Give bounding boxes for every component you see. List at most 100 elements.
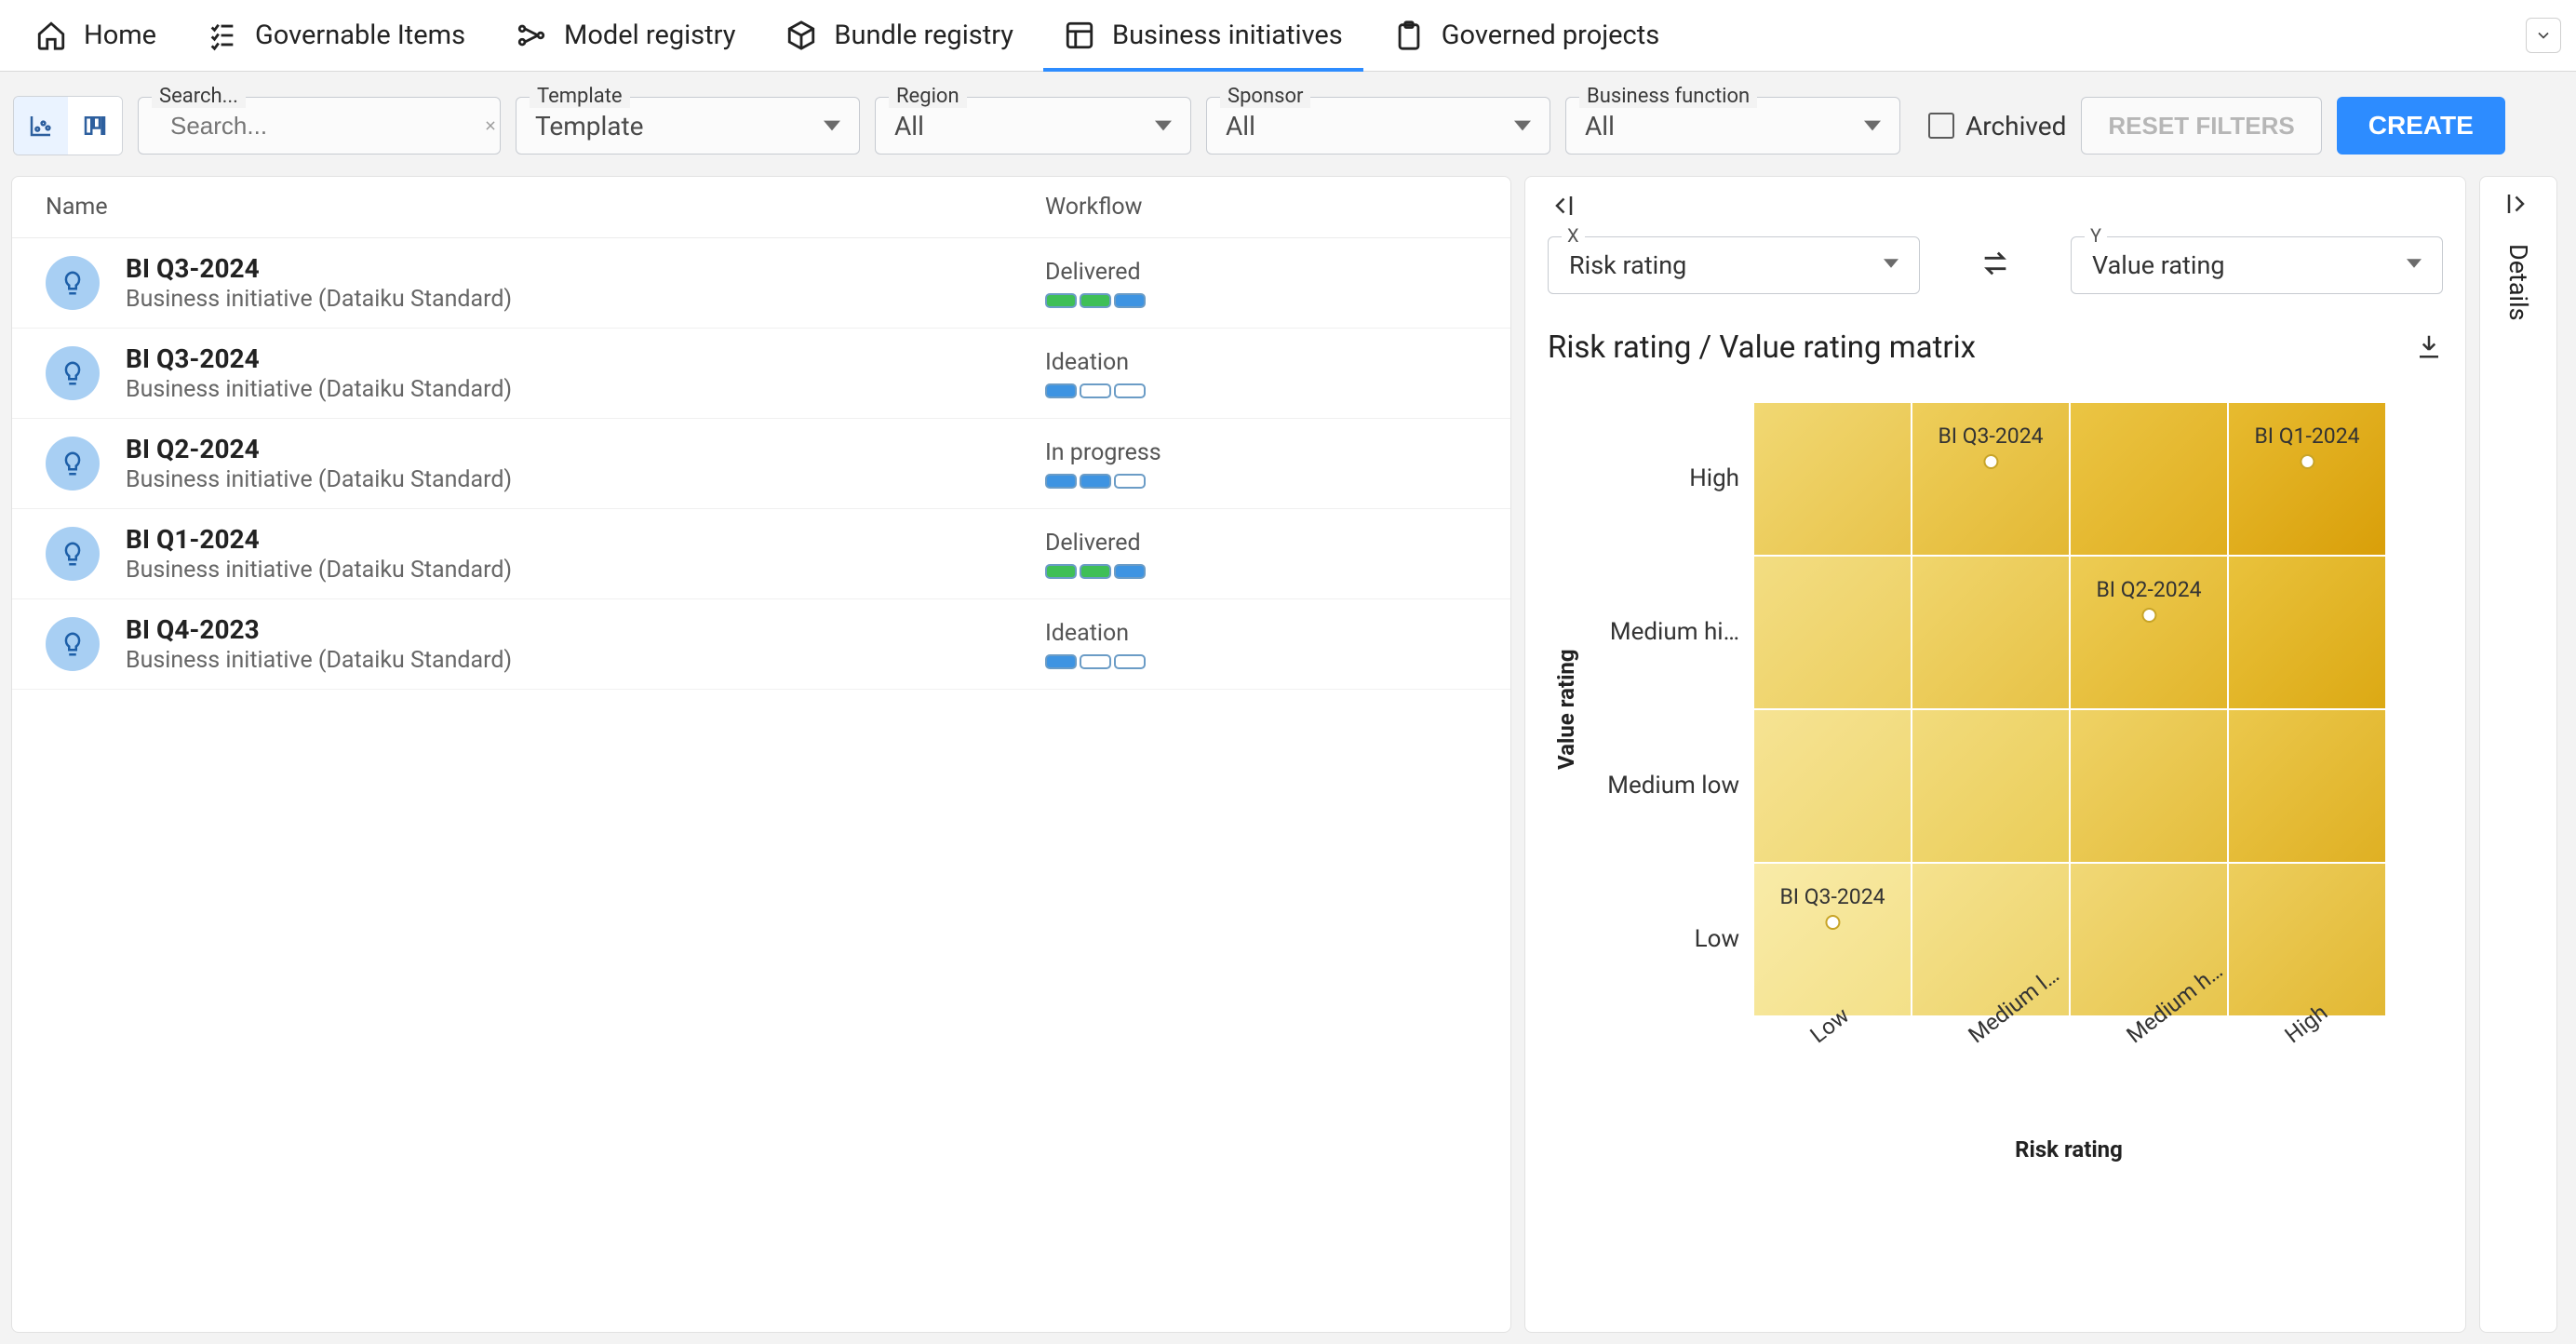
nav-tab-label: Bundle registry	[834, 20, 1013, 51]
expand-panel-button[interactable]	[1548, 192, 1576, 223]
details-label: Details	[2503, 244, 2533, 321]
axis-label: Y	[2085, 224, 2107, 247]
search-input[interactable]	[168, 111, 484, 141]
download-matrix-button[interactable]	[2415, 332, 2443, 364]
list-body: BI Q3-2024 Business initiative (Dataiku …	[12, 238, 1510, 1332]
business-function-select[interactable]: Business function All	[1565, 97, 1900, 155]
matrix-cell	[2228, 709, 2386, 863]
matrix-cell: BI Q2-2024	[2070, 556, 2228, 709]
workflow-segment	[1114, 654, 1146, 669]
archived-checkbox[interactable]: Archived	[1928, 111, 2066, 141]
nav-tab-governed-projects[interactable]: Governed projects	[1373, 0, 1680, 72]
item-title: BI Q1-2024	[126, 524, 1045, 555]
y-tick: Medium low	[1585, 708, 1752, 862]
col-workflow-header: Workflow	[1045, 194, 1142, 221]
workflow-segment	[1114, 383, 1146, 398]
y-tick: Low	[1585, 862, 1752, 1015]
search-field[interactable]: Search...	[138, 97, 501, 155]
search-label: Search...	[152, 85, 246, 108]
sponsor-select[interactable]: Sponsor All	[1206, 97, 1550, 155]
initiative-list-panel: Name Workflow BI Q3-2024 Business initia…	[11, 176, 1511, 1333]
point-dot	[2141, 608, 2156, 623]
workflow-segments	[1045, 293, 1146, 308]
chevron-down-icon	[1864, 117, 1881, 134]
point-label: BI Q1-2024	[2254, 423, 2359, 449]
col-name-header: Name	[46, 194, 1045, 221]
workflow-segment	[1045, 474, 1077, 489]
details-rail[interactable]: Details	[2479, 176, 2557, 1333]
create-button[interactable]: CREATE	[2337, 97, 2505, 155]
region-select[interactable]: Region All	[875, 97, 1191, 155]
y-tick: High	[1585, 401, 1752, 555]
nav-tab-label: Governed projects	[1442, 20, 1659, 51]
nav-tab-business-initiatives[interactable]: Business initiatives	[1043, 0, 1363, 72]
item-subtitle: Business initiative (Dataiku Standard)	[126, 466, 1045, 493]
matrix-cell	[1753, 709, 1912, 863]
y-axis-select[interactable]: Y Value rating	[2071, 236, 2443, 294]
workflow-segments	[1045, 654, 1146, 669]
item-subtitle: Business initiative (Dataiku Standard)	[126, 647, 1045, 674]
select-value: Template	[535, 111, 644, 141]
matrix-title: Risk rating / Value rating matrix	[1548, 329, 1976, 366]
workflow-status: In progress	[1045, 439, 1161, 466]
item-title: BI Q2-2024	[126, 434, 1045, 464]
point-label: BI Q3-2024	[1779, 884, 1885, 909]
matrix-cell	[2070, 709, 2228, 863]
reset-filters-button[interactable]: RESET FILTERS	[2081, 97, 2321, 155]
point-dot	[2300, 454, 2314, 469]
nav-tab-bundle-registry[interactable]: Bundle registry	[765, 0, 1034, 72]
view-matrix-button[interactable]	[14, 97, 68, 155]
download-icon	[2415, 332, 2443, 360]
workflow-segments	[1045, 474, 1161, 489]
point-dot	[1825, 915, 1840, 930]
list-item[interactable]: BI Q1-2024 Business initiative (Dataiku …	[12, 509, 1510, 599]
nav-tab-governable[interactable]: Governable Items	[186, 0, 486, 72]
view-kanban-button[interactable]	[68, 97, 122, 155]
clipboard-icon	[1393, 20, 1425, 51]
network-icon	[516, 20, 547, 51]
chevron-down-icon	[824, 117, 840, 134]
nav-tab-label: Governable Items	[255, 20, 465, 51]
chevron-down-icon	[2534, 26, 2553, 45]
select-value: Risk rating	[1569, 250, 1686, 280]
matrix-chart: Value rating HighMedium hi…Medium lowLow…	[1548, 401, 2443, 1017]
list-item[interactable]: BI Q3-2024 Business initiative (Dataiku …	[12, 238, 1510, 329]
select-value: All	[1585, 111, 1615, 141]
nav-tab-model-registry[interactable]: Model registry	[495, 0, 756, 72]
matrix-grid: BI Q3-2024 BI Q1-2024 BI Q2-2024 BI Q3-2024	[1752, 401, 2387, 1017]
nav-more-dropdown[interactable]	[2526, 18, 2561, 53]
checklist-icon	[207, 20, 238, 51]
list-header: Name Workflow	[12, 177, 1510, 238]
list-item[interactable]: BI Q2-2024 Business initiative (Dataiku …	[12, 419, 1510, 509]
field-label: Sponsor	[1220, 85, 1310, 108]
matrix-point[interactable]: BI Q1-2024	[2254, 423, 2359, 469]
expand-right-icon	[2504, 190, 2532, 218]
matrix-point[interactable]: BI Q2-2024	[2096, 577, 2201, 623]
main-content: Name Workflow BI Q3-2024 Business initia…	[0, 176, 2576, 1344]
list-item[interactable]: BI Q4-2023 Business initiative (Dataiku …	[12, 599, 1510, 690]
close-icon	[484, 112, 497, 140]
template-select[interactable]: Template Template	[516, 97, 860, 155]
home-icon	[35, 20, 67, 51]
kanban-icon	[81, 112, 109, 140]
workflow-segment	[1045, 383, 1077, 398]
search-clear[interactable]	[484, 114, 508, 138]
chevron-down-icon	[1884, 256, 1898, 275]
initiative-icon	[46, 527, 100, 581]
x-axis-select[interactable]: X Risk rating	[1548, 236, 1920, 294]
matrix-cell	[1912, 556, 2070, 709]
y-ticks: HighMedium hi…Medium lowLow	[1585, 401, 1752, 1017]
select-value: All	[1226, 111, 1255, 141]
matrix-point[interactable]: BI Q3-2024	[1779, 884, 1885, 930]
axis-label: X	[1562, 224, 1585, 247]
swap-axes-button[interactable]	[1979, 248, 2011, 283]
list-item[interactable]: BI Q3-2024 Business initiative (Dataiku …	[12, 329, 1510, 419]
top-nav: Home Governable Items Model registry Bun…	[0, 0, 2576, 72]
workflow-segment	[1080, 564, 1111, 579]
matrix-point[interactable]: BI Q3-2024	[1938, 423, 2043, 469]
workflow-status: Delivered	[1045, 259, 1146, 286]
field-label: Business function	[1579, 85, 1757, 108]
nav-tab-home[interactable]: Home	[15, 0, 177, 72]
select-value: All	[894, 111, 924, 141]
item-subtitle: Business initiative (Dataiku Standard)	[126, 376, 1045, 403]
